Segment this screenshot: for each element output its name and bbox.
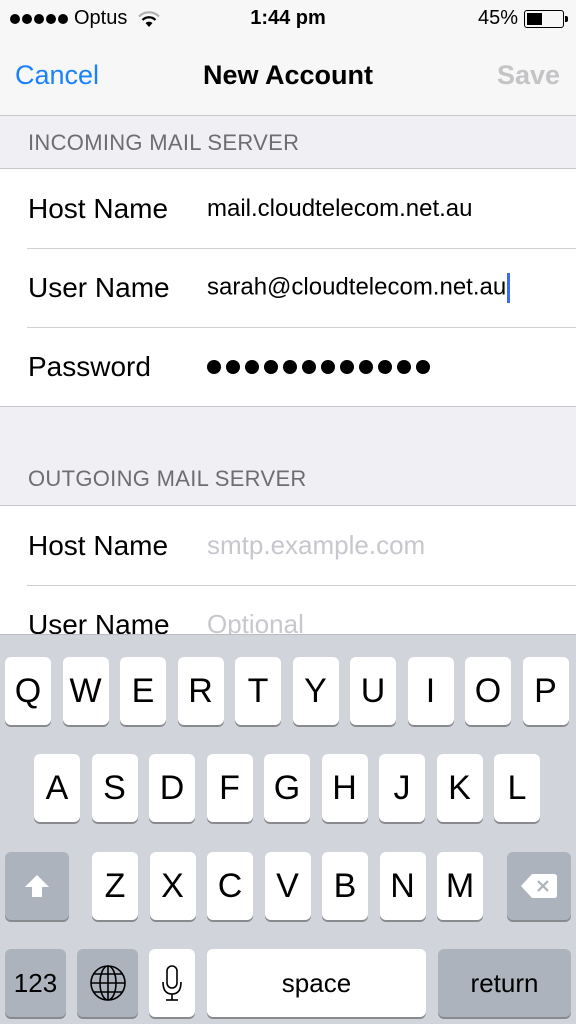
key-f[interactable]: F [206, 754, 253, 822]
globe-key[interactable] [77, 949, 138, 1017]
key-q[interactable]: Q [5, 657, 51, 725]
input-value: sarah@cloudtelecom.net.au [207, 272, 507, 300]
key-k[interactable]: K [436, 754, 483, 822]
delete-backspace-icon [521, 874, 557, 898]
key-m[interactable]: M [437, 852, 483, 920]
key-u[interactable]: U [350, 657, 396, 725]
key-a[interactable]: A [34, 754, 80, 822]
key-i[interactable]: I [407, 657, 454, 725]
password-dot [302, 359, 316, 374]
outgoing-host-name-row[interactable]: Host Name smtp.example.com [0, 506, 576, 585]
incoming-password-input[interactable] [207, 359, 430, 374]
password-dot [378, 359, 392, 374]
battery-fill [527, 12, 543, 25]
delete-key[interactable] [507, 852, 571, 920]
battery-icon [524, 9, 568, 28]
password-dot [397, 359, 411, 374]
key-y[interactable]: Y [292, 657, 339, 725]
password-dot [359, 359, 373, 374]
space-key[interactable]: space [207, 949, 426, 1017]
password-dot [264, 359, 278, 374]
key-j[interactable]: J [379, 754, 425, 822]
key-c[interactable]: C [207, 852, 253, 920]
incoming-server-group: Host Name mail.cloudtelecom.net.au User … [0, 168, 576, 407]
password-dot [416, 359, 430, 374]
top-bar: Optus 1:44 pm 45% Cancel New Account Sav… [0, 0, 576, 116]
globe-icon [89, 965, 126, 1001]
key-r[interactable]: R [177, 657, 224, 725]
key-n[interactable]: N [379, 852, 426, 920]
battery-percent: 45% [477, 7, 518, 29]
status-bar: Optus 1:44 pm 45% [0, 0, 576, 40]
navigation-bar: Cancel New Account Save [0, 40, 576, 116]
shift-arrow-icon [25, 875, 49, 897]
key-g[interactable]: G [264, 754, 310, 822]
field-label: Host Name [28, 529, 169, 561]
password-dot [283, 359, 297, 374]
password-dot [207, 359, 221, 374]
key-p[interactable]: P [522, 657, 569, 725]
incoming-user-name-row[interactable]: User Name sarah@cloudtelecom.net.au [0, 248, 576, 327]
new-account-screen: Optus 1:44 pm 45% Cancel New Account Sav… [0, 0, 576, 1024]
password-dot [340, 359, 354, 374]
key-o[interactable]: O [465, 657, 511, 725]
outgoing-header-label: OUTGOING MAIL SERVER [28, 466, 307, 491]
microphone-icon [162, 965, 182, 1001]
key-h[interactable]: H [321, 754, 368, 822]
dictation-key[interactable] [149, 949, 195, 1017]
incoming-section-header: INCOMING MAIL SERVER [0, 116, 576, 169]
password-dot [245, 359, 259, 374]
password-dot [226, 359, 240, 374]
cancel-button[interactable]: Cancel [15, 60, 99, 91]
key-x[interactable]: X [149, 852, 196, 920]
numbers-key[interactable]: 123 [5, 949, 66, 1017]
incoming-header-label: INCOMING MAIL SERVER [28, 130, 300, 155]
text-cursor [507, 272, 511, 303]
key-v[interactable]: V [264, 852, 311, 920]
key-t[interactable]: T [235, 657, 281, 725]
key-d[interactable]: D [149, 754, 195, 822]
key-s[interactable]: S [91, 754, 138, 822]
return-key[interactable]: return [438, 949, 571, 1017]
shift-key[interactable] [5, 852, 69, 920]
key-w[interactable]: W [62, 657, 109, 725]
key-e[interactable]: E [120, 657, 166, 725]
field-label: Password [28, 350, 151, 382]
save-button[interactable]: Save [497, 60, 560, 91]
key-b[interactable]: B [322, 852, 368, 920]
incoming-user-name-input[interactable]: sarah@cloudtelecom.net.au [207, 272, 511, 303]
incoming-password-row[interactable]: Password [0, 327, 576, 406]
incoming-host-name-row[interactable]: Host Name mail.cloudtelecom.net.au [0, 169, 576, 248]
key-l[interactable]: L [494, 754, 540, 822]
incoming-host-name-input[interactable]: mail.cloudtelecom.net.au [207, 195, 472, 223]
outgoing-host-name-input[interactable]: smtp.example.com [207, 530, 425, 561]
field-label: Host Name [28, 192, 169, 224]
field-label: User Name [28, 271, 170, 303]
outgoing-section-header: OUTGOING MAIL SERVER [0, 407, 576, 505]
key-z[interactable]: Z [92, 852, 138, 920]
keyboard: 123 space return QWERTYUIOP ASDFG H J K L… [0, 634, 576, 1024]
password-dot [321, 359, 335, 374]
